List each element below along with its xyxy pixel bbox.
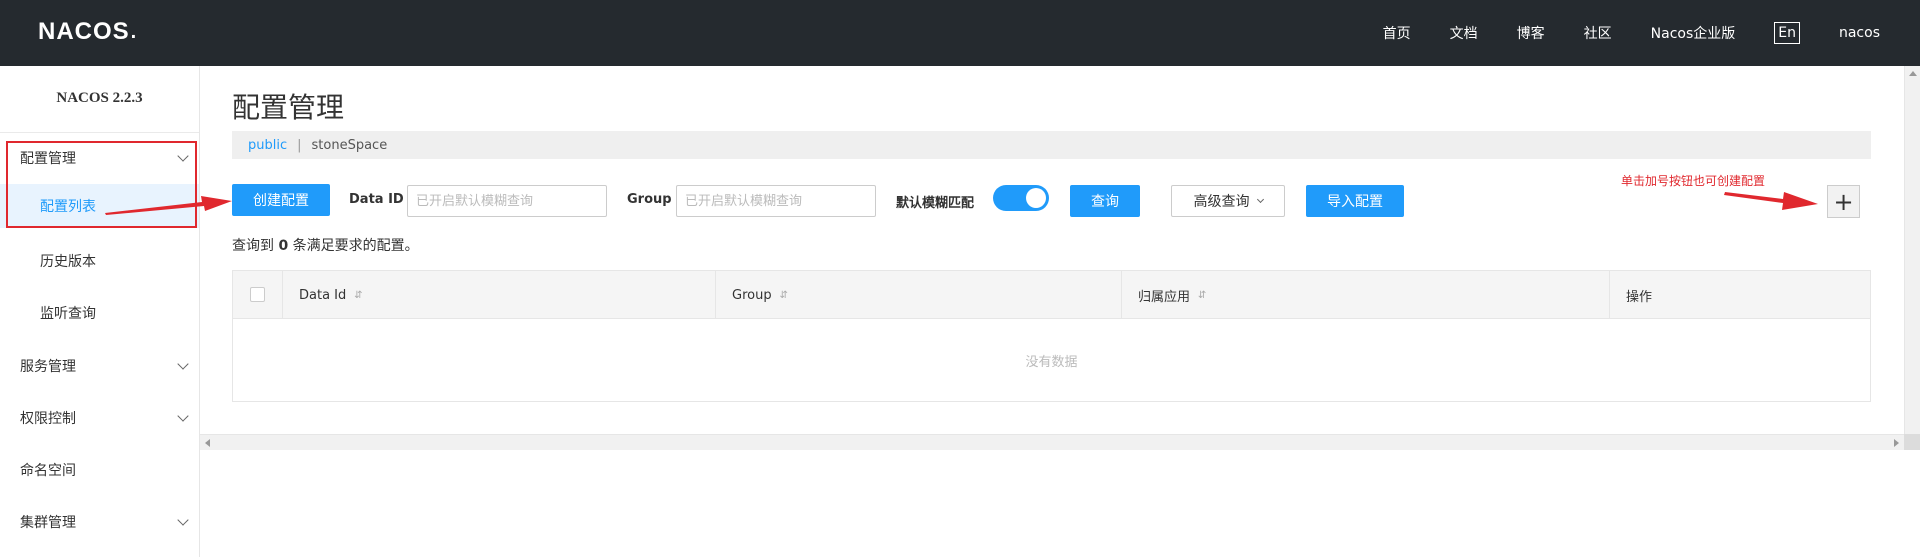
sort-icon[interactable]: ⇵ (354, 290, 362, 301)
fuzzy-match-label: 默认模糊匹配 (896, 196, 975, 211)
column-header-group[interactable]: Group ⇵ (716, 271, 1122, 319)
fuzzy-match-toggle[interactable] (993, 185, 1049, 211)
sidebar-group-service[interactable]: 服务管理 (0, 346, 199, 386)
sidebar-item-label: 监听查询 (40, 306, 96, 322)
sidebar-group-label: 集群管理 (20, 515, 76, 531)
column-header-dataid[interactable]: Data Id ⇵ (283, 271, 716, 319)
column-header-app[interactable]: 归属应用 ⇵ (1122, 271, 1610, 319)
logo-dot: . (130, 20, 138, 43)
scrollbar-corner (1904, 434, 1920, 450)
nav-docs-link[interactable]: 文档 (1450, 23, 1478, 43)
language-switch-button[interactable]: En (1774, 22, 1800, 44)
page-title: 配置管理 (232, 91, 345, 124)
result-prefix: 查询到 (232, 238, 274, 254)
namespace-separator: | (297, 137, 302, 153)
chevron-down-icon (1256, 195, 1264, 204)
query-button[interactable]: 查询 (1070, 185, 1140, 217)
sidebar: NACOS 2.2.3 配置管理 配置列表 历史版本 监听查询 服务管理 权限控… (0, 66, 200, 557)
group-search-input[interactable] (676, 185, 876, 217)
namespace-stonespace-link[interactable]: stoneSpace (312, 138, 388, 153)
sidebar-divider (0, 132, 199, 133)
sidebar-item-listener-query[interactable]: 监听查询 (0, 291, 199, 335)
top-nav: 首页 文档 博客 社区 Nacos企业版 En nacos (1344, 0, 1880, 66)
select-all-cell (233, 271, 283, 319)
toggle-knob (1026, 188, 1046, 208)
column-title: 操作 (1626, 289, 1653, 305)
horizontal-scrollbar[interactable] (200, 434, 1904, 450)
dataid-label: Data ID (349, 192, 404, 207)
nav-community-link[interactable]: 社区 (1584, 23, 1612, 43)
scroll-right-icon[interactable] (1894, 439, 1899, 447)
sidebar-group-cluster[interactable]: 集群管理 (0, 502, 199, 542)
nav-enterprise-link[interactable]: Nacos企业版 (1651, 23, 1736, 43)
result-count: 0 (278, 238, 289, 254)
nav-blog-link[interactable]: 博客 (1517, 23, 1545, 43)
sort-icon[interactable]: ⇵ (780, 290, 788, 301)
column-header-actions: 操作 (1610, 271, 1870, 319)
add-config-button[interactable]: + (1827, 185, 1860, 218)
version-label: NACOS 2.2.3 (56, 90, 143, 106)
result-summary: 查询到 0 条满足要求的配置。 (232, 235, 419, 255)
sidebar-group-auth[interactable]: 权限控制 (0, 398, 199, 438)
nav-home-link[interactable]: 首页 (1383, 23, 1411, 43)
table-header: Data Id ⇵ Group ⇵ 归属应用 ⇵ 操作 (233, 271, 1870, 319)
create-config-button[interactable]: 创建配置 (232, 184, 330, 216)
table-empty-state: 没有数据 (1025, 354, 1078, 370)
sidebar-item-label: 命名空间 (20, 463, 76, 479)
advanced-query-button[interactable]: 高级查询 (1171, 185, 1285, 217)
column-title: Data Id (299, 287, 347, 303)
vertical-scrollbar[interactable] (1904, 66, 1920, 450)
sidebar-item-namespace[interactable]: 命名空间 (0, 450, 199, 490)
scroll-left-icon[interactable] (205, 439, 210, 447)
nacos-logo[interactable]: NACOS. (38, 18, 137, 46)
sidebar-group-label: 服务管理 (20, 359, 76, 375)
sidebar-group-label: 权限控制 (20, 411, 76, 427)
column-title: 归属应用 (1138, 289, 1191, 305)
logo-text: NACOS (38, 18, 130, 45)
select-all-checkbox[interactable] (250, 287, 265, 302)
chevron-down-icon (177, 358, 189, 370)
plus-icon: + (1833, 187, 1854, 216)
config-table: Data Id ⇵ Group ⇵ 归属应用 ⇵ 操作 没有数据 (232, 270, 1871, 402)
user-menu[interactable]: nacos (1839, 25, 1880, 41)
group-label: Group (627, 192, 672, 207)
namespace-public-link[interactable]: public (248, 138, 287, 153)
top-header: NACOS. 首页 文档 博客 社区 Nacos企业版 En nacos (0, 0, 1920, 66)
annotation-hint: 单击加号按钮也可创建配置 (1621, 174, 1766, 188)
chevron-down-icon (177, 410, 189, 422)
import-config-button[interactable]: 导入配置 (1306, 185, 1404, 217)
sidebar-item-label: 历史版本 (40, 254, 96, 270)
sidebar-item-history[interactable]: 历史版本 (0, 239, 199, 283)
advanced-query-label: 高级查询 (1193, 194, 1250, 210)
result-suffix: 条满足要求的配置。 (292, 238, 419, 254)
column-title: Group (732, 287, 772, 303)
annotation-arrow-right (1724, 192, 1818, 210)
chevron-down-icon (177, 514, 189, 526)
annotation-highlight-box (6, 141, 197, 228)
sort-icon[interactable]: ⇵ (1198, 290, 1206, 301)
dataid-search-input[interactable] (407, 185, 607, 217)
scroll-up-icon[interactable] (1909, 71, 1917, 76)
namespace-bar: public | stoneSpace (232, 131, 1871, 159)
